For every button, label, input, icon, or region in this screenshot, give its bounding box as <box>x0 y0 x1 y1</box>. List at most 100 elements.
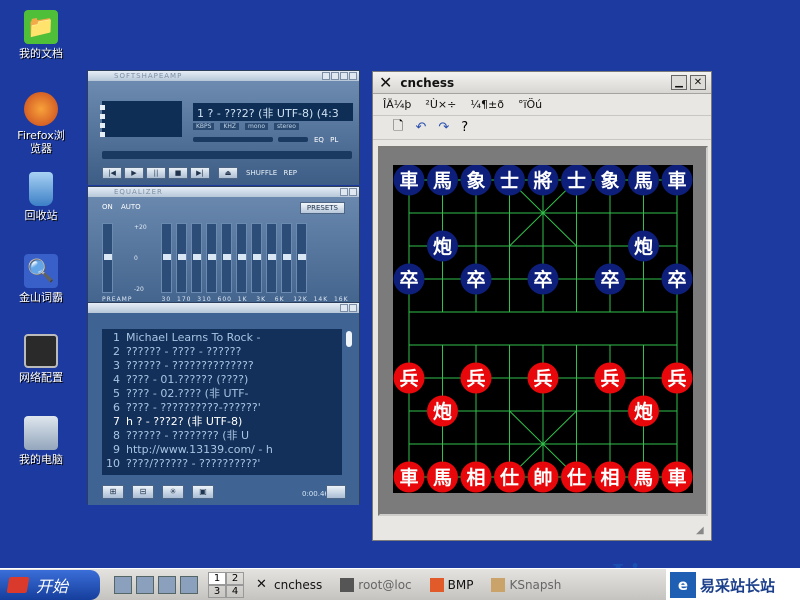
misc-button[interactable]: ▣ <box>192 485 214 499</box>
pager-desktop-2[interactable]: 2 <box>226 571 244 585</box>
add-button[interactable]: ⊞ <box>102 485 124 499</box>
eq-band-slider[interactable] <box>221 223 232 293</box>
eject-button[interactable]: ⏏ <box>218 167 238 179</box>
pager-desktop-3[interactable]: 3 <box>208 584 226 598</box>
playlist-item[interactable]: 1 Michael Learns To Rock - <box>102 331 342 345</box>
red-piece[interactable]: 馬 <box>628 461 659 493</box>
eq-band-slider[interactable] <box>266 223 277 293</box>
desktop-icon-dictionary[interactable]: 🔍 金山词霸 <box>6 254 76 304</box>
menu-help[interactable]: °ïÖú <box>518 98 542 111</box>
shade-button[interactable] <box>340 304 348 312</box>
menu-operate[interactable]: ²Ù×÷ <box>425 98 456 111</box>
task-bmp[interactable]: BMP <box>424 573 480 597</box>
remove-button[interactable]: ⊟ <box>132 485 154 499</box>
eq-band-slider[interactable] <box>206 223 217 293</box>
menu-button[interactable] <box>322 72 330 80</box>
black-piece[interactable]: 馬 <box>628 165 659 196</box>
eq-band-slider[interactable] <box>251 223 262 293</box>
close-button[interactable]: ✕ <box>690 75 706 90</box>
black-piece[interactable]: 士 <box>494 165 525 196</box>
pause-button[interactable]: || <box>146 167 166 179</box>
quicklaunch-icon[interactable] <box>136 575 154 594</box>
prev-button[interactable]: |◀ <box>102 167 122 179</box>
desktop-icon-trash[interactable]: 回收站 <box>6 172 76 222</box>
eq-band-slider[interactable] <box>281 223 292 293</box>
red-piece[interactable]: 兵 <box>393 362 425 394</box>
black-piece[interactable]: 車 <box>661 165 693 196</box>
chess-board[interactable]: 車馬象士將士象馬車炮炮卒卒卒卒卒兵兵兵兵兵炮炮車馬相仕帥仕相馬車 <box>393 165 693 493</box>
red-piece[interactable]: 馬 <box>427 461 458 493</box>
eq-on-toggle[interactable]: ON <box>102 203 113 211</box>
red-piece[interactable]: 炮 <box>427 395 458 427</box>
presets-button[interactable]: PRESETS <box>299 202 345 214</box>
red-piece[interactable]: 兵 <box>661 362 693 394</box>
player-side-buttons[interactable] <box>100 105 105 137</box>
black-piece[interactable]: 將 <box>527 165 559 196</box>
black-piece[interactable]: 卒 <box>527 263 559 295</box>
balance-slider[interactable] <box>278 137 308 142</box>
playlist-scrollbar[interactable] <box>346 331 352 347</box>
black-piece[interactable]: 卒 <box>393 263 425 295</box>
red-piece[interactable]: 兵 <box>527 362 559 394</box>
eq-toggle[interactable]: EQ <box>314 136 324 144</box>
black-piece[interactable]: 象 <box>594 165 626 196</box>
shade-button[interactable] <box>340 72 348 80</box>
minimize-button[interactable]: ▁ <box>671 75 687 90</box>
black-piece[interactable]: 士 <box>561 165 592 196</box>
eq-band-slider[interactable] <box>176 223 187 293</box>
red-piece[interactable]: 仕 <box>561 461 592 493</box>
next-button[interactable]: ▶| <box>190 167 210 179</box>
stop-button[interactable]: ■ <box>168 167 188 179</box>
playlist-item[interactable]: 8 ?????? - ???????? (非 U <box>102 429 342 443</box>
list-menu-button[interactable] <box>326 485 346 499</box>
eq-band-slider[interactable] <box>236 223 247 293</box>
black-piece[interactable]: 炮 <box>628 230 659 262</box>
red-piece[interactable]: 相 <box>460 461 492 493</box>
cnchess-titlebar[interactable]: ✕ cnchess ▁ ✕ <box>373 72 711 94</box>
playlist-item[interactable]: 2 ?????? - ???? - ?????? <box>102 345 342 359</box>
playlist-item[interactable]: 4 ???? - 01.?????? (????) <box>102 373 342 387</box>
red-piece[interactable]: 車 <box>661 461 693 493</box>
help-icon[interactable]: ? <box>461 120 468 135</box>
pager-desktop-1[interactable]: 1 <box>208 571 226 585</box>
red-piece[interactable]: 車 <box>393 461 425 493</box>
playlist-item[interactable]: 10 ????/?????? - ??????????' <box>102 457 342 471</box>
task-ksnapshot[interactable]: KSnapsh <box>485 573 567 597</box>
play-button[interactable]: ▶ <box>124 167 144 179</box>
select-button[interactable]: ✳ <box>162 485 184 499</box>
desktop-icon-firefox[interactable]: Firefox浏 览器 <box>6 92 76 155</box>
red-piece[interactable]: 兵 <box>594 362 626 394</box>
black-piece[interactable]: 卒 <box>594 263 626 295</box>
red-piece[interactable]: 兵 <box>460 362 492 394</box>
close-button[interactable] <box>349 72 357 80</box>
undo-icon[interactable]: ↶ <box>415 120 426 135</box>
close-button[interactable] <box>349 188 357 196</box>
player-titlebar[interactable]: SOFTSHAPEAMP <box>88 71 359 81</box>
black-piece[interactable]: 卒 <box>661 263 693 295</box>
equalizer-titlebar[interactable]: EQUALIZER <box>88 187 359 197</box>
start-button[interactable]: 开始 <box>0 569 100 600</box>
quicklaunch-icon[interactable] <box>158 575 176 594</box>
task-cnchess[interactable]: ✕ cnchess <box>250 573 328 597</box>
desktop-icon-network[interactable]: 网络配置 <box>6 334 76 384</box>
eq-auto-toggle[interactable]: AUTO <box>121 203 141 211</box>
menu-file[interactable]: ÎÄ¼þ <box>383 98 411 111</box>
resize-grip[interactable]: ◢ <box>696 525 708 537</box>
playlist-item[interactable]: 5 ???? - 02.???? (非 UTF- <box>102 387 342 401</box>
task-terminal[interactable]: root@loc <box>334 573 417 597</box>
red-piece[interactable]: 相 <box>594 461 626 493</box>
volume-slider[interactable] <box>193 137 273 142</box>
minimize-button[interactable] <box>331 72 339 80</box>
seek-bar[interactable] <box>102 151 352 159</box>
eq-band-slider[interactable] <box>191 223 202 293</box>
red-piece[interactable]: 仕 <box>494 461 525 493</box>
menu-level[interactable]: ¼¶±ð <box>470 98 504 111</box>
desktop-icon-documents[interactable]: 📁 我的文档 <box>6 10 76 60</box>
eq-band-slider[interactable] <box>296 223 307 293</box>
playlist-titlebar[interactable] <box>88 303 359 313</box>
shuffle-toggle[interactable]: SHUFFLE <box>246 169 277 177</box>
black-piece[interactable]: 馬 <box>427 165 458 196</box>
black-piece[interactable]: 炮 <box>427 230 458 262</box>
repeat-toggle[interactable]: REP <box>283 169 297 177</box>
close-button[interactable] <box>349 304 357 312</box>
